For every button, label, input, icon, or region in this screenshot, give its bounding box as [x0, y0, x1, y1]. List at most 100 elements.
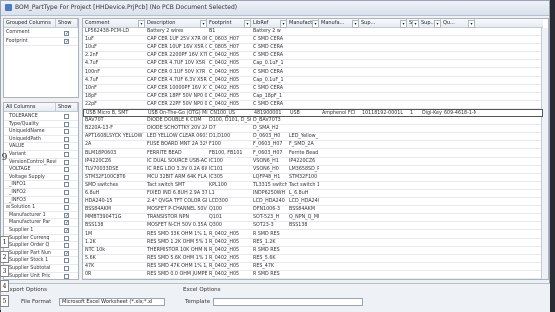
all-column-row[interactable]: Supplier Unit Pric — [4, 273, 78, 279]
table-row[interactable]: 0R RES SMD 0.0 OHM JUMPER R_0402_H05 R SMD … — [83, 271, 543, 279]
table-row[interactable]: NTC 10k THERMISTOR 10K OHM NT R_0402_H05 R … — [83, 247, 543, 255]
filter-dropdown-icon[interactable]: ▾ — [312, 20, 319, 28]
show-checkbox[interactable]: ✓ — [64, 228, 69, 234]
all-column-row[interactable]: Supplier 1 ✓ — [4, 227, 78, 235]
table-row[interactable]: 5.6K RES SMD 5.6K OHM 1% 1/R_0402_H05 RES_… — [83, 255, 543, 263]
show-checkbox[interactable]: ✓ — [64, 39, 69, 45]
table-cell: C SMD CERA — [253, 37, 284, 43]
table-row[interactable]: 100nF CAP CER 0.1UF 50V X7R 04 C_0402_H05 C… — [83, 69, 543, 77]
table-row[interactable]: 10uF CAP CER 10UF 16V X5R 08 C_0805_H07 C S… — [83, 44, 543, 53]
table-row[interactable]: IP4220CZ6 IC DUAL SOURCE USB-AC IC100 VSON6… — [83, 158, 543, 166]
show-checkbox[interactable] — [64, 243, 69, 249]
table-cell — [287, 77, 319, 85]
table-row[interactable]: TLV70033DSE IC REG LDO 3.3V 0.2A 6WS IC101… — [83, 166, 543, 174]
table-row[interactable]: 4.7uF CAP CER 4.7UF 6.3V X5R 04C_0402_H05… — [83, 77, 543, 85]
show-checkbox[interactable]: ✓ — [64, 30, 69, 36]
show-checkbox[interactable] — [64, 258, 69, 264]
filter-dropdown-icon[interactable]: ▾ — [412, 20, 419, 28]
table-row[interactable]: HDA240-15 2.4" QVGA TFT COLOR GR LCD300 LCD… — [83, 198, 543, 207]
filter-dropdown-icon[interactable]: ▾ — [138, 20, 145, 28]
all-column-row[interactable]: VOLTAGE — [4, 166, 78, 174]
all-column-row[interactable]: Supplier Currenq — [4, 235, 78, 243]
table-cell: R_0402_H05 — [209, 272, 240, 277]
table-row[interactable]: 2A FUSE BOARD MNT 2A 32V F F100 F_0603_H07 F… — [83, 141, 543, 150]
all-column-row[interactable]: _INFO1 — [4, 181, 78, 189]
show-checkbox[interactable] — [64, 159, 69, 165]
table-row[interactable]: SMD switches Tact switch SMT KPL100 TL3315 … — [83, 182, 543, 190]
table-row[interactable]: BLM18P0603 FERRITE BEAD FB100, FB101 F_0603… — [83, 150, 543, 158]
table-row[interactable]: APT1608LSYCK YELLOW LED YELLOW CLEAR 0603… — [83, 133, 543, 142]
all-column-row[interactable]: VersionControl_Revi — [4, 159, 78, 167]
table-cell — [319, 174, 359, 182]
table-row[interactable]: MMBT3904T1G TRANSISTOR NPN Q101 SOT-523_H Q_… — [83, 214, 543, 223]
table-row[interactable]: 1M RES SMD 33K OHM 1% 1/1 R_0402_H05 R SMD … — [83, 231, 543, 239]
show-checkbox[interactable] — [64, 129, 69, 135]
table-row[interactable]: 2.2nF CAP CER 2200PF 16V X7R 0C_0402_H05 C… — [83, 52, 543, 61]
all-column-row[interactable]: Variant — [4, 151, 78, 159]
table-row[interactable]: BAV70T DIODE DOUBLE K COM D100, D101, D_SO… — [83, 117, 543, 126]
grid-column-header[interactable]: Description — [145, 19, 207, 28]
all-column-row[interactable]: TOLERANCE — [4, 113, 78, 121]
table-row[interactable]: B220A-13-F DIODE SCHOTTKY 20V 2A S D7 D_SMA… — [83, 125, 543, 134]
filter-dropdown-icon[interactable]: ▾ — [434, 20, 441, 28]
all-column-row[interactable]: Voltage Supply — [4, 174, 78, 182]
show-checkbox[interactable] — [64, 152, 69, 157]
show-checkbox[interactable] — [64, 235, 69, 241]
all-column-row[interactable]: _INFO2 — [4, 189, 78, 197]
all-column-row[interactable]: UniqueIdPath — [4, 136, 78, 144]
table-row[interactable]: 4.7uF CAP CER 4.7UF 10V X5R 04 C_0402_H05 C… — [83, 60, 543, 69]
grid-scrollbar[interactable] — [541, 28, 548, 279]
show-checkbox[interactable] — [64, 167, 69, 173]
grid-column-header[interactable]: Comment — [83, 19, 145, 28]
show-checkbox[interactable] — [64, 205, 69, 211]
all-column-row[interactable]: Supplier Stock 1 — [4, 257, 78, 265]
all-column-row[interactable]: Supplier Order Q — [4, 242, 78, 250]
show-checkbox[interactable] — [64, 144, 69, 150]
show-checkbox[interactable] — [64, 273, 69, 279]
show-checkbox[interactable]: ✓ — [64, 212, 69, 218]
show-checkbox[interactable] — [64, 114, 69, 119]
filter-dropdown-icon[interactable]: ▾ — [200, 20, 207, 28]
show-checkbox[interactable] — [64, 190, 69, 195]
show-checkbox[interactable] — [64, 121, 69, 127]
show-checkbox[interactable] — [64, 197, 69, 203]
grouped-column-row[interactable]: Comment ✓ — [4, 29, 78, 38]
table-cell: 22pF — [85, 101, 97, 107]
table-row[interactable]: BSS84AKM MOSFET P-CHANNEL 50V 1 Q100 DFN100… — [83, 206, 543, 215]
table-row[interactable]: 1.2K RES SMD 1.2K OHM 5% 1/R_0402_H05 RES_… — [83, 239, 543, 247]
table-row[interactable]: 6.8uH FIXED IND 6.8UH 2.9A 37 mL1 INDP6250… — [83, 190, 543, 199]
table-row[interactable]: BSS138 MOSFET N-CH 50V 0.35A Q300 SOT23-3 BS… — [83, 222, 543, 231]
show-checkbox[interactable] — [64, 174, 69, 180]
all-column-row[interactable]: UniqueIdName — [4, 128, 78, 136]
show-checkbox[interactable]: ✓ — [64, 250, 69, 256]
grouped-column-row[interactable]: Footprint ✓ — [4, 38, 78, 46]
template-input[interactable] — [213, 298, 363, 306]
all-column-row[interactable]: Manufacturer Par ✓ — [4, 219, 78, 227]
all-column-row[interactable]: VALUE — [4, 143, 78, 151]
filter-dropdown-icon[interactable]: ▾ — [468, 20, 475, 28]
all-column-row[interactable]: Supplier Subtotal — [4, 265, 78, 273]
filter-dropdown-icon[interactable]: ▾ — [244, 20, 251, 28]
all-column-row[interactable]: Supplier Part Nun ✓ — [4, 250, 78, 258]
show-checkbox[interactable] — [64, 136, 69, 142]
table-row[interactable]: 1uF CAP CER 1UF 25V X7R 06 C_0603_H07 C SMD… — [83, 36, 543, 45]
all-column-row[interactable]: _INFO3 — [4, 197, 78, 205]
table-row[interactable]: STM32F100C8T6 MCU 32BIT ARM 64K FLASH IC30… — [83, 174, 543, 182]
show-checkbox[interactable]: ✓ — [64, 220, 69, 226]
table-row[interactable]: 18pF CAP CER 18PF 50V NP0 04 C_0402_H05 Cap… — [83, 93, 543, 101]
show-checkbox[interactable] — [64, 182, 69, 188]
all-column-row[interactable]: Type/Quality — [4, 121, 78, 129]
filter-dropdown-icon[interactable]: ▾ — [280, 20, 287, 28]
table-row[interactable]: 47K RES SMD 47K OHM 1% 1/1 R_0402_H05 RES_4… — [83, 263, 543, 271]
table-cell — [407, 36, 419, 44]
filter-dropdown-icon[interactable]: ▾ — [352, 20, 359, 28]
file-format-select[interactable]: Microsoft Excel Worksheet (*.xls;*.xl — [59, 298, 165, 306]
table-row[interactable]: LP562438-PCM-LD Battery 2 wires B1 Battery … — [83, 28, 543, 37]
show-checkbox[interactable] — [64, 266, 69, 271]
all-column-row[interactable]: ⊟ Solution 1 — [4, 204, 78, 212]
table-row[interactable]: 10nF CAP CER 10000PF 16V X7R C_0402_H05 C S… — [83, 85, 543, 93]
selected-table-row[interactable]: USB Micro B, SMT USB On-The-Go (OTG) Min C… — [83, 109, 543, 118]
filter-dropdown-icon[interactable]: ▾ — [400, 20, 407, 28]
table-row[interactable]: 22pF CAP CER 22PF 50V NP0 04 C_0402_H05 C S… — [83, 101, 543, 109]
all-column-row[interactable]: Manufacturer 1 ✓ — [4, 212, 78, 220]
